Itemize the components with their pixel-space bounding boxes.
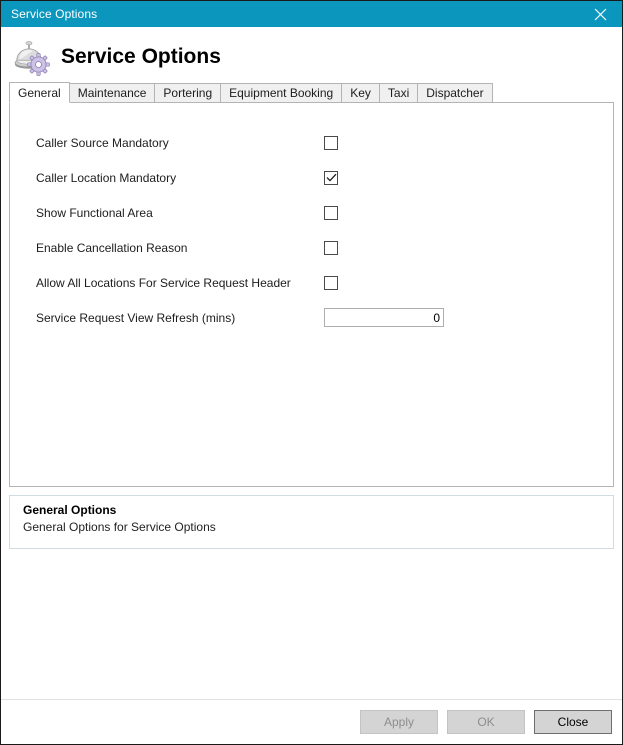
label-allow-all-locations-for-service-request-header: Allow All Locations For Service Request …: [36, 275, 291, 290]
form-row: Caller Source Mandatory: [10, 125, 613, 160]
tab-maintenance[interactable]: Maintenance: [68, 83, 156, 103]
tab-dispatcher[interactable]: Dispatcher: [417, 83, 493, 103]
dialog-footer: Apply OK Close: [1, 700, 622, 744]
form-row: Show Functional Area: [10, 195, 613, 230]
tab-portering[interactable]: Portering: [154, 83, 222, 103]
tab-general[interactable]: General: [9, 82, 70, 103]
tab-strip: General Maintenance Portering Equipment …: [9, 82, 622, 103]
apply-button[interactable]: Apply: [360, 710, 438, 734]
form-row: Service Request View Refresh (mins): [10, 300, 613, 335]
label-caller-location-mandatory: Caller Location Mandatory: [36, 170, 177, 185]
description-panel: General Options General Options for Serv…: [9, 494, 614, 549]
description-text: General Options for Service Options: [23, 519, 216, 534]
label-caller-source-mandatory: Caller Source Mandatory: [36, 135, 169, 150]
tab-key[interactable]: Key: [341, 83, 380, 103]
checkbox-enable-cancellation-reason[interactable]: [324, 240, 338, 255]
description-title: General Options: [23, 502, 117, 517]
footer-spacer: [1, 549, 622, 700]
close-icon[interactable]: [578, 1, 622, 27]
label-show-functional-area: Show Functional Area: [36, 205, 153, 220]
checkbox-allow-all-locations-for-service-request-header[interactable]: [324, 275, 338, 290]
title-bar: Service Options: [1, 1, 622, 27]
label-service-request-view-refresh: Service Request View Refresh (mins): [36, 310, 236, 325]
ok-button[interactable]: OK: [447, 710, 525, 734]
checkbox-caller-source-mandatory[interactable]: [324, 135, 338, 150]
service-request-view-refresh-input[interactable]: [324, 308, 444, 327]
tab-taxi[interactable]: Taxi: [378, 83, 419, 103]
page-title: Service Options: [61, 45, 221, 68]
label-enable-cancellation-reason: Enable Cancellation Reason: [36, 240, 188, 255]
checkbox-show-functional-area[interactable]: [324, 205, 338, 220]
form-row: Enable Cancellation Reason: [10, 230, 613, 265]
form-row: Allow All Locations For Service Request …: [10, 265, 613, 300]
dialog-header: Service Options: [1, 27, 622, 79]
window-title: Service Options: [11, 7, 98, 21]
tab-equipment-booking[interactable]: Equipment Booking: [220, 83, 343, 103]
tab-content-panel: Caller Source Mandatory Caller Location …: [9, 102, 614, 487]
service-options-dialog: Service Options Service Options General …: [0, 0, 623, 745]
close-button[interactable]: Close: [534, 710, 612, 734]
general-options-form: Caller Source Mandatory Caller Location …: [10, 103, 613, 335]
checkbox-caller-location-mandatory[interactable]: [324, 170, 338, 185]
form-row: Caller Location Mandatory: [10, 160, 613, 195]
service-bell-gear-icon: [14, 41, 50, 76]
